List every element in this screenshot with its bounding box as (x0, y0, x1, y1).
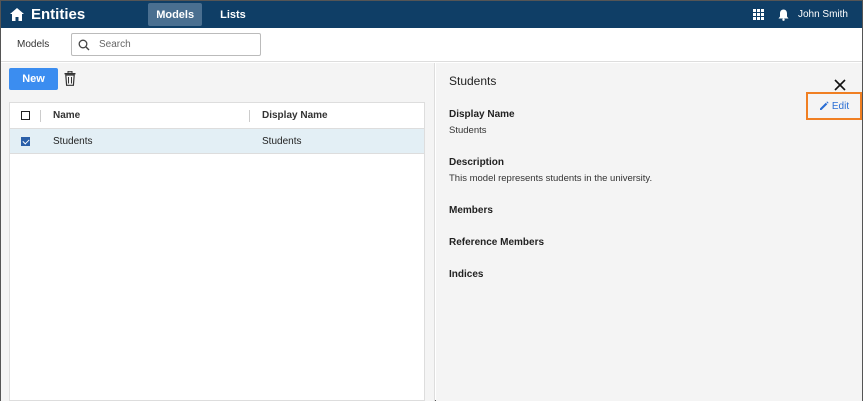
edit-button[interactable]: Edit (819, 101, 849, 112)
search-icon (78, 39, 90, 51)
close-icon[interactable] (834, 79, 846, 91)
sub-toolbar: Models (1, 28, 862, 62)
field-label-display-name: Display Name (449, 109, 515, 120)
cell-display-name: Students (262, 136, 302, 147)
search-input[interactable] (99, 39, 249, 50)
models-table: Name Display Name Students Students (9, 102, 425, 401)
field-label-members: Members (449, 205, 493, 216)
list-pane: New Name Display Name Students Students (1, 63, 435, 401)
field-value-display-name: Students (449, 125, 487, 136)
pencil-icon (819, 101, 829, 111)
tab-models[interactable]: Models (148, 3, 203, 26)
column-header-name[interactable]: Name (53, 110, 80, 121)
field-label-description: Description (449, 157, 505, 168)
new-button[interactable]: New (9, 68, 58, 90)
table-header: Name Display Name (10, 103, 424, 129)
app-title: Entities (31, 6, 86, 23)
bell-icon[interactable] (778, 9, 789, 21)
field-label-reference-members: Reference Members (449, 237, 545, 248)
tab-lists[interactable]: Lists (212, 3, 254, 26)
field-label-indices: Indices (449, 269, 484, 280)
search-box[interactable] (71, 33, 261, 56)
home-icon[interactable] (10, 8, 24, 22)
detail-pane: Students Edit Display Name Students Desc… (436, 63, 862, 401)
column-separator (40, 110, 41, 122)
trash-icon[interactable] (64, 70, 76, 86)
table-row[interactable]: Students Students (10, 129, 424, 154)
column-header-display-name[interactable]: Display Name (262, 110, 328, 121)
breadcrumb[interactable]: Models (17, 39, 49, 50)
edit-label: Edit (831, 100, 850, 112)
cell-name: Students (53, 136, 93, 147)
edit-highlight: Edit (806, 92, 862, 120)
apps-grid-icon[interactable] (752, 8, 765, 21)
top-bar: Entities Models Lists John Smith (1, 1, 862, 28)
select-all-checkbox[interactable] (21, 111, 30, 120)
field-value-description: This model represents students in the un… (449, 173, 653, 184)
row-checkbox[interactable] (21, 137, 30, 146)
user-menu[interactable]: John Smith (798, 9, 848, 20)
detail-title: Students (449, 74, 497, 88)
column-separator[interactable] (249, 110, 250, 122)
